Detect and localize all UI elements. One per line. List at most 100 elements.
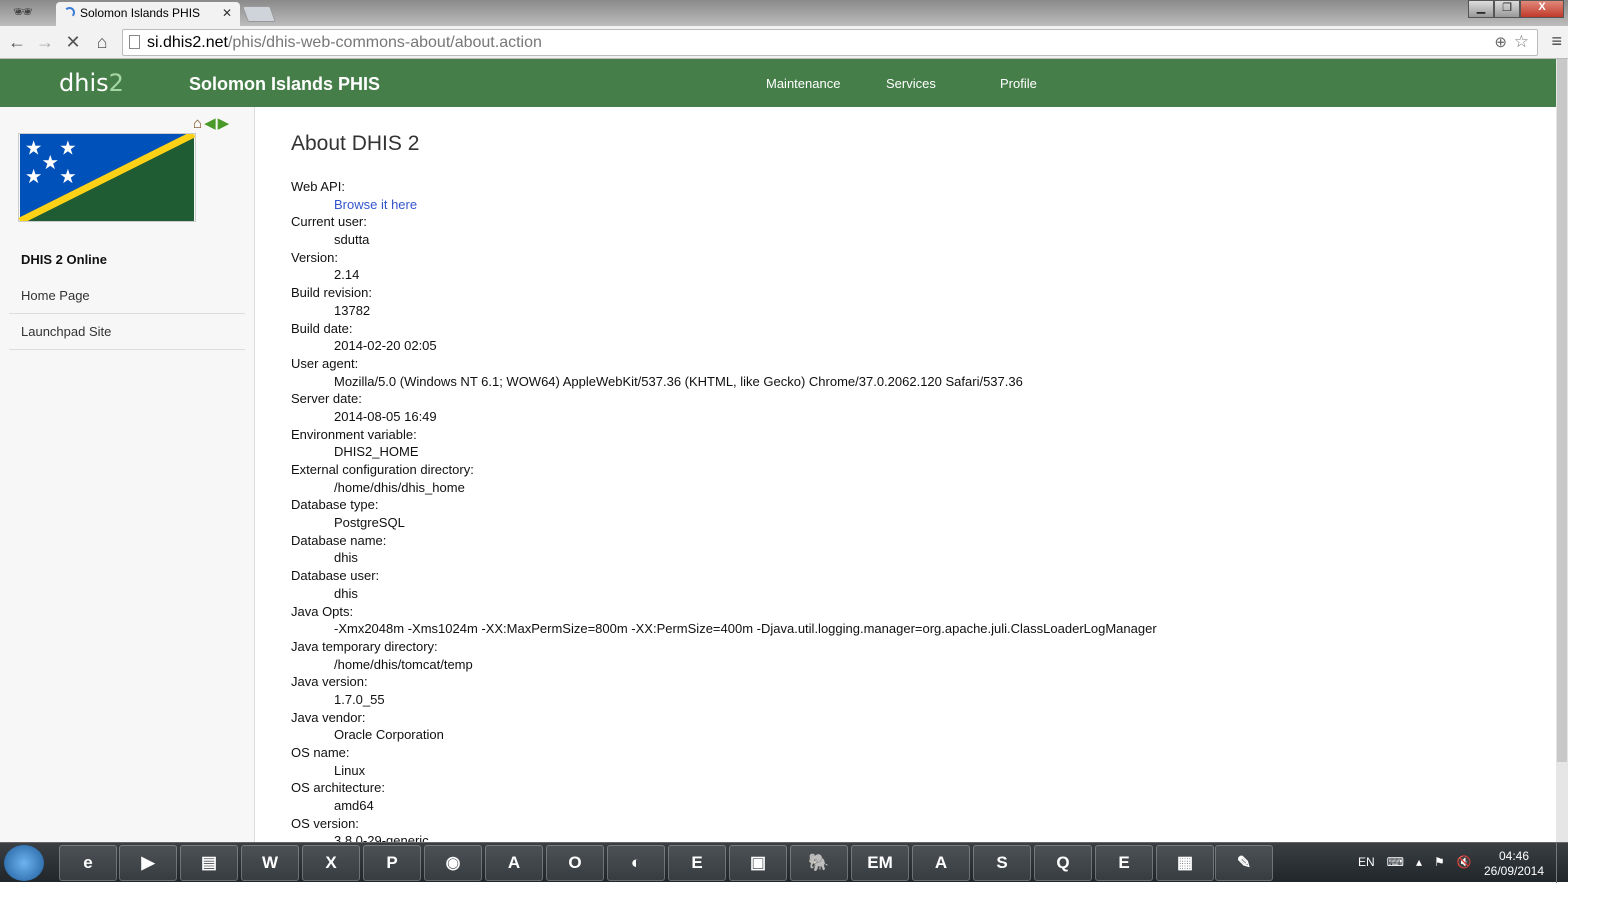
- loading-spinner-icon: [64, 7, 75, 18]
- info-value: 2.14: [334, 267, 360, 283]
- time: 04:46: [1498, 849, 1530, 863]
- chrome-icon[interactable]: ◉: [424, 845, 482, 881]
- svg-text:★: ★: [59, 165, 77, 188]
- page-scrollbar[interactable]: [1556, 59, 1568, 842]
- tab-title: Solomon Islands PHIS: [80, 6, 201, 20]
- volume-muted-icon[interactable]: 🔇: [1457, 855, 1472, 869]
- minimize-button[interactable]: ▁: [1468, 0, 1494, 18]
- start-button[interactable]: [4, 845, 44, 881]
- new-tab-button[interactable]: [242, 6, 276, 22]
- browser-tab[interactable]: Solomon Islands PHIS ✕: [56, 2, 240, 26]
- language-indicator[interactable]: EN: [1358, 855, 1375, 869]
- powerpoint-icon[interactable]: P: [363, 845, 421, 881]
- qgis-icon[interactable]: Q: [1034, 845, 1092, 881]
- firefox-icon[interactable]: ◐: [607, 845, 665, 881]
- em-client-icon[interactable]: EM: [851, 845, 909, 881]
- back-icon[interactable]: ←: [6, 32, 28, 53]
- arrow-left-icon[interactable]: ◀: [204, 116, 216, 132]
- info-label: Java vendor:: [291, 709, 366, 725]
- info-value: 13782: [334, 302, 371, 318]
- svg-text:★: ★: [25, 137, 43, 160]
- browse-api-link[interactable]: Browse it here: [334, 197, 417, 212]
- info-value: dhis: [334, 585, 358, 601]
- scrollbar-thumb[interactable]: [1557, 59, 1567, 762]
- info-value: 2014-08-05 16:49: [334, 408, 437, 424]
- dhis2-logo[interactable]: dhis2: [59, 69, 124, 97]
- outlook-icon[interactable]: O: [546, 845, 604, 881]
- app-header: dhis2 Solomon Islands PHIS Maintenance S…: [0, 59, 1556, 107]
- home-icon[interactable]: ⌂: [193, 116, 202, 132]
- info-value: 2014-02-20 02:05: [334, 338, 437, 354]
- info-label: External configuration directory:: [291, 462, 474, 477]
- window-close-button[interactable]: X: [1520, 0, 1564, 18]
- chrome-menu-icon[interactable]: ≡: [1551, 31, 1562, 52]
- stop-icon[interactable]: ✕: [62, 32, 84, 53]
- info-label: Environment variable:: [291, 426, 417, 442]
- sidebar-item-home-page[interactable]: Home Page: [9, 278, 245, 314]
- menu-maintenance[interactable]: Maintenance: [766, 76, 840, 91]
- bookmark-star-icon[interactable]: ☆: [1514, 32, 1529, 52]
- info-label: Web API:: [291, 179, 345, 194]
- page-icon: [129, 35, 140, 49]
- word-icon[interactable]: W: [241, 845, 299, 881]
- info-label: User agent:: [291, 355, 359, 371]
- info-label: Database type:: [291, 497, 379, 513]
- date: 26/09/2014: [1483, 864, 1545, 878]
- media-player-icon[interactable]: ▶: [119, 845, 177, 881]
- excel-icon[interactable]: X: [302, 845, 360, 881]
- remote-desktop-icon[interactable]: ▣: [729, 845, 787, 881]
- svg-text:★: ★: [59, 137, 77, 160]
- page-title: About DHIS 2: [291, 132, 420, 155]
- info-label: OS version:: [291, 815, 359, 831]
- info-value: Mozilla/5.0 (Windows NT 6.1; WOW64) Appl…: [334, 373, 1023, 389]
- incognito-icon: 🕶: [12, 4, 34, 21]
- info-value: DHIS2_HOME: [334, 444, 419, 460]
- info-label: OS architecture:: [291, 780, 385, 796]
- address-bar[interactable]: si.dhis2.net/phis/dhis-web-commons-about…: [122, 29, 1538, 56]
- calculator-icon[interactable]: ▦: [1156, 845, 1214, 881]
- browser-titlebar: 🕶 Solomon Islands PHIS ✕ ▁ ❐ X: [0, 0, 1568, 26]
- info-value: dhis: [334, 550, 358, 566]
- svg-text:★: ★: [42, 151, 60, 174]
- solomon-islands-flag: ★ ★★★ ★: [18, 133, 196, 222]
- info-value: -Xmx2048m -Xms1024m -XX:MaxPermSize=800m…: [334, 621, 1157, 637]
- windows-taskbar: e ▶ ▤ W X P ◉ A O ◐ E ▣ 🐘 EM A S Q E ▦ ✎ EN ⌨ ▴ ⚑ 🔇 04:46 2…: [0, 842, 1568, 883]
- action-center-flag-icon[interactable]: ⚑: [1434, 855, 1445, 869]
- about-info-list: Web API: Browse it here Current user: sdutt…: [291, 178, 1157, 850]
- keyboard-icon[interactable]: ⌨: [1387, 855, 1404, 869]
- tray-expand-icon[interactable]: ▴: [1416, 855, 1422, 869]
- show-desktop-button[interactable]: [1556, 843, 1568, 883]
- menu-profile[interactable]: Profile: [1000, 76, 1037, 91]
- info-value: Linux: [334, 762, 366, 778]
- access-icon[interactable]: A: [485, 845, 543, 881]
- paint-icon[interactable]: ✎: [1215, 845, 1273, 881]
- skype-icon[interactable]: S: [973, 845, 1031, 881]
- info-value: amd64: [334, 798, 374, 814]
- sidebar-item-launchpad-site[interactable]: Launchpad Site: [9, 314, 245, 350]
- home-icon[interactable]: ⌂: [91, 32, 113, 53]
- forward-icon[interactable]: →: [34, 32, 56, 53]
- info-label: Build date:: [291, 320, 353, 336]
- arrow-right-icon[interactable]: ▶: [218, 116, 230, 132]
- info-label: Build revision:: [291, 285, 372, 301]
- info-label: Java Opts:: [291, 603, 354, 619]
- menu-services[interactable]: Services: [886, 76, 936, 91]
- info-value: /home/dhis/dhis_home: [334, 479, 465, 495]
- info-value: sdutta: [334, 232, 370, 248]
- evernote-icon[interactable]: E: [668, 845, 726, 881]
- clock[interactable]: 04:46 26/09/2014: [1482, 849, 1546, 879]
- postgresql-icon[interactable]: 🐘: [790, 845, 848, 881]
- info-label: Database user:: [291, 568, 380, 584]
- file-explorer-icon[interactable]: ▤: [180, 845, 238, 881]
- info-label: Server date:: [291, 391, 362, 407]
- zoom-icon[interactable]: ⊕: [1494, 33, 1507, 51]
- internet-explorer-icon[interactable]: e: [59, 845, 117, 881]
- tab-close-icon[interactable]: ✕: [222, 6, 232, 20]
- restore-button[interactable]: ❐: [1494, 0, 1520, 18]
- info-value: Oracle Corporation: [334, 727, 444, 743]
- url-path: /phis/dhis-web-commons-about/about.actio…: [227, 34, 542, 51]
- acrobat-icon[interactable]: A: [912, 845, 970, 881]
- info-value: /home/dhis/tomcat/temp: [334, 656, 473, 672]
- sidebar: ⌂ ◀ ▶ ★ ★ ★ ★ ★ DHIS 2 Online Home Page Laun…: [0, 107, 255, 842]
- evernote-icon[interactable]: E: [1095, 845, 1153, 881]
